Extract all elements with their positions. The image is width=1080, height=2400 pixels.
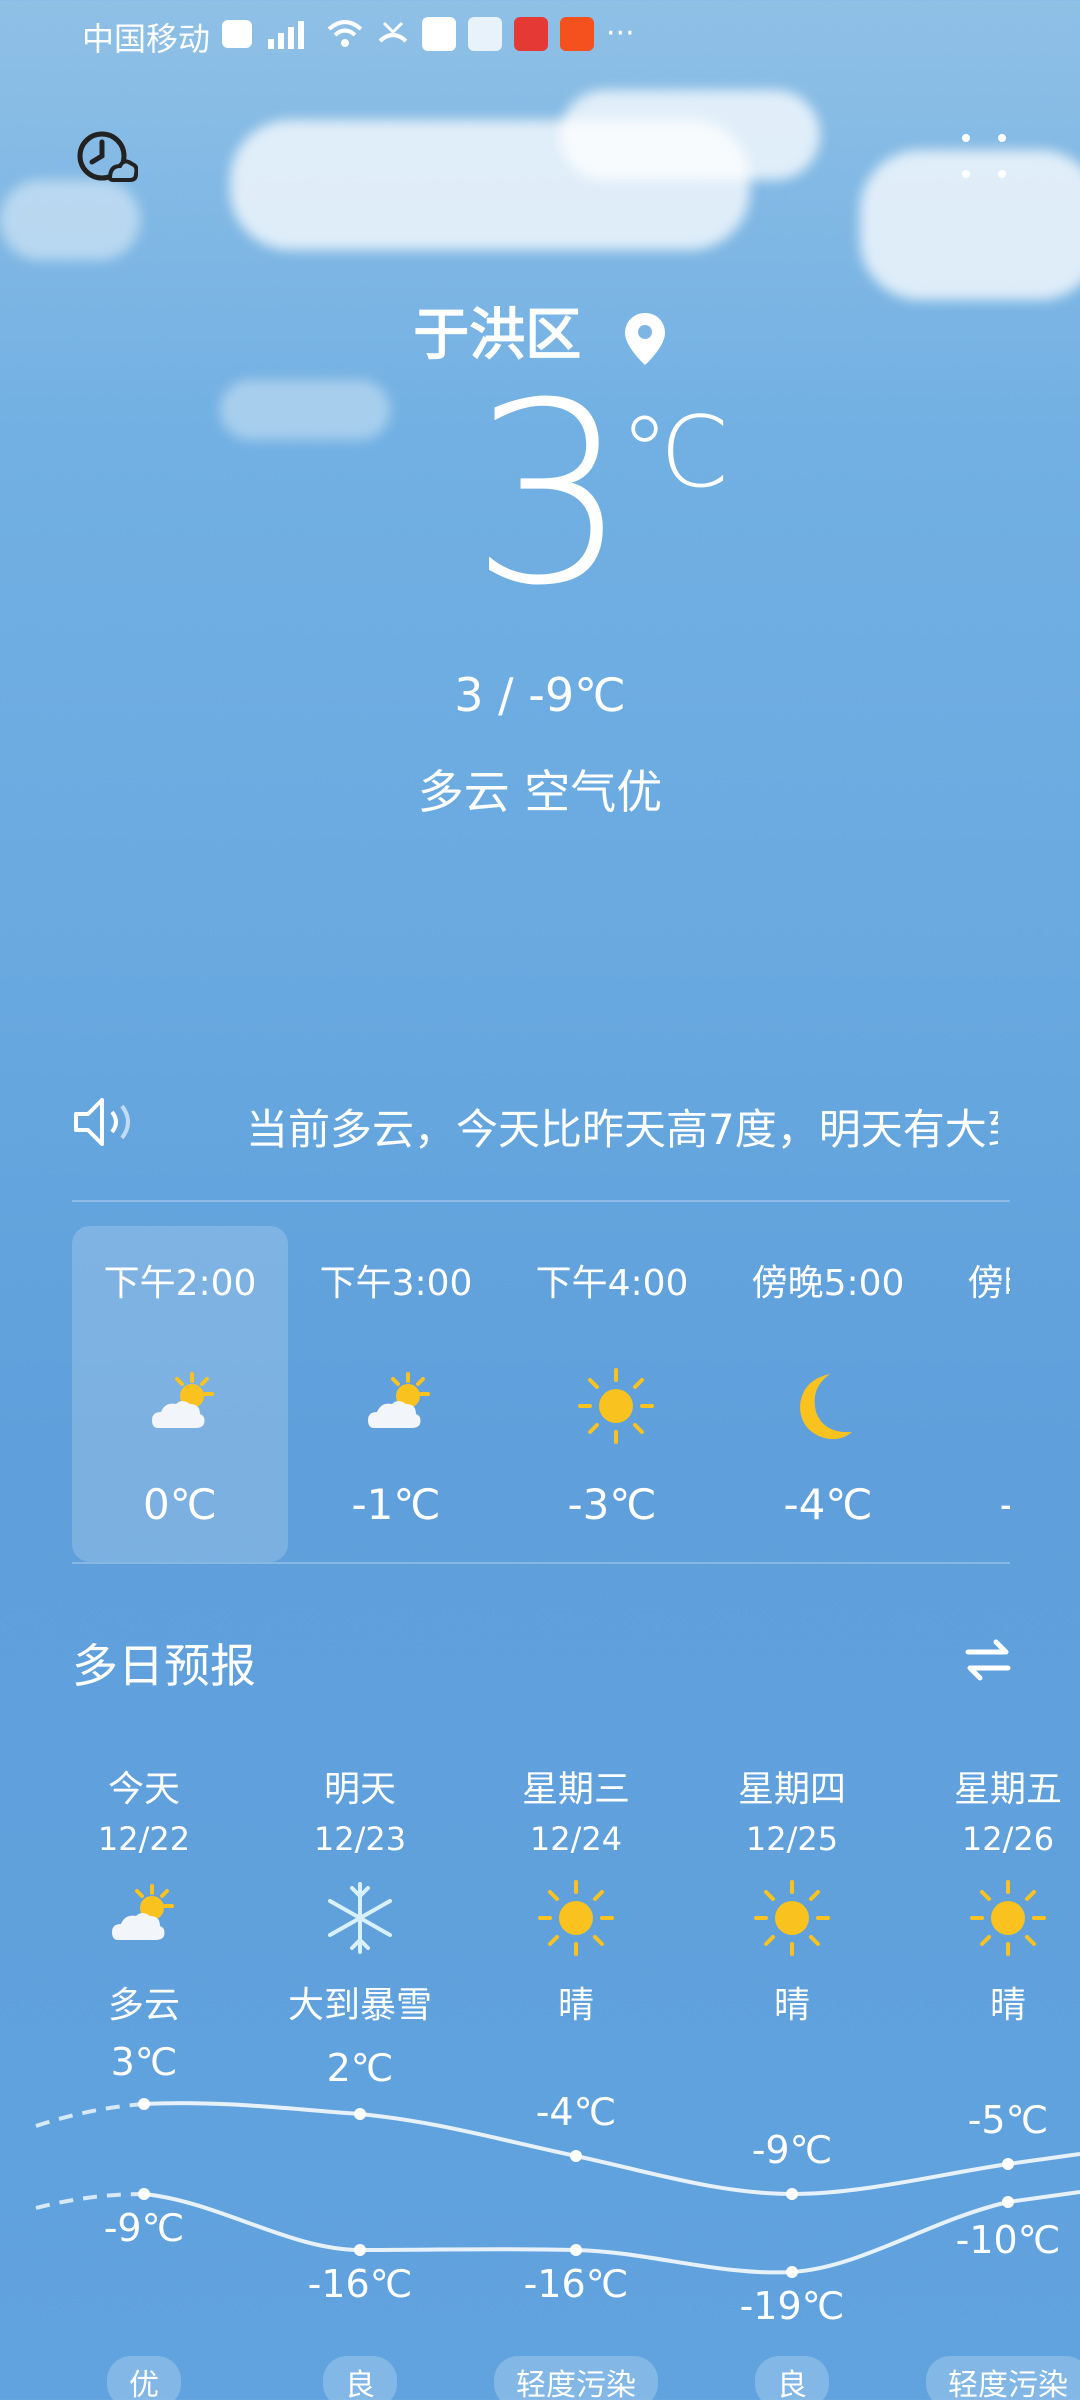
hourly-item[interactable]: 下午4:00 -3℃ [504, 1226, 720, 1562]
day-condition: 大到暴雪 [287, 1985, 432, 2026]
day-name: 星期五 [953, 1769, 1062, 1810]
day-name: 明天 [323, 1769, 396, 1810]
swap-view-icon[interactable] [960, 1632, 1016, 1688]
partly-cloudy-icon [368, 1372, 430, 1428]
status-bar: 中国移动 ··· [0, 0, 1080, 70]
status-icons: ··· [222, 16, 635, 51]
hourly-item[interactable]: 傍晚5:00 -4℃ [720, 1226, 936, 1562]
air-quality-badge: 优 [107, 2356, 181, 2400]
day-low-temp: -9℃ [103, 2206, 185, 2250]
current-temperature: 3 [470, 349, 629, 640]
day-condition: 多云 [107, 1985, 180, 2026]
day-low-temp: -16℃ [307, 2262, 413, 2306]
day-high-temp: -5℃ [967, 2098, 1049, 2142]
hour-temperature: -1℃ [351, 1480, 441, 1529]
shopping-bag-icon [422, 16, 456, 51]
snow-icon [328, 1882, 392, 1954]
day-date: 12/26 [961, 1820, 1055, 1858]
more-options-icon[interactable] [958, 130, 1010, 182]
hour-time: 下午4:00 [535, 1263, 689, 1304]
taobao-icon [514, 16, 548, 51]
sun-icon [578, 1368, 654, 1444]
hourly-item[interactable]: 傍晚6:00 -6℃ [936, 1226, 1010, 1562]
day-high-temp: -9℃ [751, 2128, 833, 2172]
hourly-item[interactable]: 下午3:00 -1℃ [288, 1226, 504, 1562]
carrier-label: 中国移动 [82, 20, 211, 58]
day-name: 星期四 [737, 1769, 846, 1810]
app-notification-icon [468, 16, 502, 51]
temperature-range: 3 / -9℃ [454, 668, 626, 722]
hour-time: 傍晚5:00 [751, 1263, 905, 1304]
day-date: 12/23 [313, 1820, 407, 1858]
day-date: 12/24 [529, 1820, 623, 1858]
air-quality-badge: 轻度污染 [926, 2356, 1080, 2400]
air-quality-badge: 轻度污染 [494, 2356, 658, 2400]
weather-broadcast-text: 当前多云，今天比昨天高7度，明天有大到暴雪 [246, 1105, 998, 1154]
divider [72, 1200, 1010, 1202]
hourly-item[interactable]: 下午2:00 0℃ [72, 1226, 288, 1562]
location-pin-icon [624, 312, 665, 365]
hour-temperature: 0℃ [143, 1480, 217, 1529]
divider [72, 1562, 1010, 1564]
background-cloud [220, 380, 390, 440]
signal-icon [268, 20, 304, 49]
wifi-icon [327, 19, 363, 47]
condition-and-air[interactable]: 多云 空气优 [0, 756, 1080, 822]
more-notifications-indicator: ··· [606, 16, 635, 51]
day-low-temp: -10℃ [955, 2218, 1061, 2262]
background-cloud [560, 90, 820, 180]
hour-time: 傍晚6:00 [967, 1263, 1010, 1304]
day-condition: 晴 [989, 1985, 1026, 2026]
hour-time: 下午3:00 [319, 1263, 473, 1304]
app-notification-icon [560, 16, 594, 51]
partly-cloudy-icon [112, 1884, 174, 1940]
day-condition: 晴 [773, 1985, 810, 2026]
hour-temperature: -4℃ [783, 1480, 873, 1529]
background-cloud [0, 180, 140, 260]
moon-icon [800, 1374, 852, 1440]
hour-temperature: -3℃ [567, 1480, 657, 1529]
day-low-temp: -19℃ [739, 2284, 845, 2328]
sun-icon [970, 1880, 1046, 1956]
day-low-temp: -16℃ [523, 2262, 629, 2306]
day-high-temp: 3℃ [110, 2040, 178, 2084]
day-name: 星期三 [521, 1769, 630, 1810]
day-name: 今天 [107, 1769, 180, 1810]
hourly-forecast[interactable]: 下午2:00 0℃ 下午3:00 -1℃ 下午4:00 -3℃ 傍晚5:00 -… [72, 1226, 1010, 1562]
temperature-unit: ℃ [620, 396, 731, 510]
daily-forecast[interactable]: 今天 12/22 多云 3℃ -9℃ 优 明天 12/23 大到暴雪 2℃ -1… [0, 1740, 1080, 2400]
forecast-title: 多日预报 [72, 1639, 256, 1693]
speaker-icon[interactable] [70, 1092, 140, 1152]
day-condition: 晴 [557, 1985, 594, 2026]
air-quality-badge: 良 [323, 2356, 397, 2400]
sun-icon [754, 1880, 830, 1956]
day-date: 12/22 [97, 1820, 191, 1858]
hd-icon [222, 19, 252, 48]
air-quality-badge: 良 [755, 2356, 829, 2400]
day-high-temp: 2℃ [326, 2046, 394, 2090]
sun-icon [538, 1880, 614, 1956]
weather-history-icon[interactable] [74, 126, 138, 190]
missed-call-icon [378, 21, 408, 43]
hour-temperature: -6℃ [936, 1480, 1010, 1529]
partly-cloudy-icon [152, 1372, 214, 1428]
day-date: 12/25 [745, 1820, 839, 1858]
partly-cloudy-icon [1008, 1366, 1010, 1446]
hour-time: 下午2:00 [103, 1263, 257, 1304]
day-high-temp: -4℃ [535, 2090, 617, 2134]
